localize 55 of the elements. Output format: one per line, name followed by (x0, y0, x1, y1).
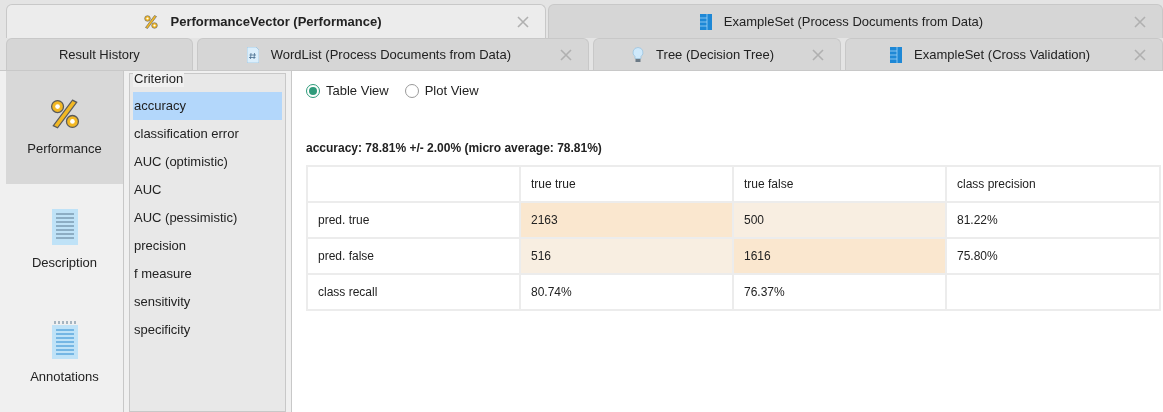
column-header: true true (520, 166, 733, 202)
criterion-title: Criterion (133, 71, 185, 87)
tab-label: WordList (Process Documents from Data) (270, 45, 511, 64)
column-header: class precision (946, 166, 1160, 202)
side-nav-item[interactable]: Performance (6, 71, 123, 184)
close-icon[interactable] (1134, 48, 1146, 61)
criterion-item[interactable]: AUC (pessimistic) (133, 204, 282, 232)
table-icon (890, 46, 903, 63)
close-icon[interactable] (559, 48, 572, 61)
close-icon[interactable] (812, 48, 825, 61)
criterion-item[interactable]: precision (133, 232, 282, 260)
criterion-item[interactable]: AUC (133, 176, 282, 204)
table-cell: 75.80% (946, 238, 1160, 274)
tab[interactable]: ExampleSet (Cross Validation) (845, 38, 1163, 70)
notepad-icon (51, 320, 78, 359)
percent-icon (142, 13, 159, 30)
tab-label: Result History (58, 45, 140, 64)
table-cell: pred. true (307, 202, 520, 238)
tab[interactable]: PerformanceVector (Performance) (6, 4, 546, 38)
side-nav-label: Description (32, 253, 97, 272)
table-icon (699, 13, 712, 30)
view-radio[interactable]: Plot View (404, 81, 479, 101)
table-cell: pred. false (307, 238, 520, 274)
accuracy-summary: accuracy: 78.81% +/- 2.00% (micro average: 78.81%) (306, 140, 603, 157)
tab[interactable]: WordList (Process Documents from Data) (196, 38, 589, 70)
tab-label: ExampleSet (Process Documents from Data) (723, 12, 984, 31)
criterion-item[interactable]: specificity (133, 316, 282, 344)
table-cell: 1616 (733, 238, 946, 274)
tab[interactable]: ExampleSet (Process Documents from Data) (548, 4, 1163, 38)
table-cell: class recall (307, 274, 520, 310)
column-header: true false (733, 166, 946, 202)
tab[interactable]: Tree (Decision Tree) (592, 38, 842, 70)
table-cell: 76.37% (733, 274, 946, 310)
table-cell: 81.22% (946, 202, 1160, 238)
close-icon[interactable] (517, 15, 529, 28)
table-cell: 80.74% (520, 274, 733, 310)
side-nav-label: Performance (27, 139, 102, 158)
side-nav-label: Annotations (30, 367, 99, 386)
criterion-item[interactable]: f measure (133, 260, 282, 288)
criterion-item[interactable]: sensitivity (133, 288, 282, 316)
view-radio[interactable]: Table View (306, 81, 389, 101)
table-cell: 516 (520, 238, 733, 274)
document-icon (246, 46, 259, 63)
bulb-icon (632, 46, 645, 63)
document-icon (51, 208, 78, 245)
tab-label: ExampleSet (Cross Validation) (914, 45, 1091, 64)
table-cell: 500 (733, 202, 946, 238)
tab[interactable]: Result History (6, 38, 193, 70)
tab-label: PerformanceVector (Performance) (170, 12, 382, 31)
table-cell: 2163 (520, 202, 733, 238)
criterion-item[interactable]: accuracy (133, 92, 282, 120)
tab-label: Tree (Decision Tree) (656, 45, 775, 64)
criterion-item[interactable]: classification error (133, 120, 282, 148)
criterion-item[interactable]: AUC (optimistic) (133, 148, 282, 176)
close-icon[interactable] (1134, 15, 1146, 28)
